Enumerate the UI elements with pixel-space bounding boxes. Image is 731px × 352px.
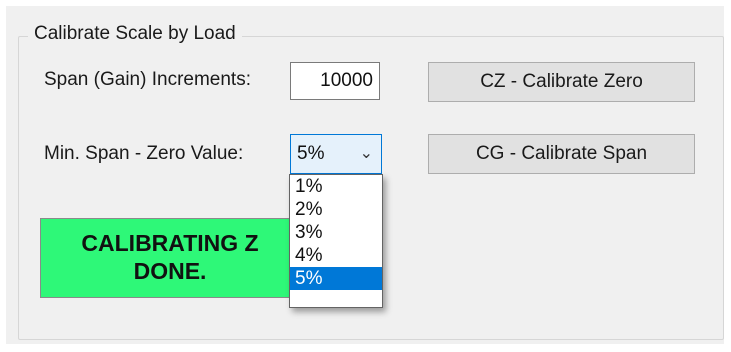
combobox-selected-value: 5% bbox=[297, 143, 325, 164]
calibrate-span-button[interactable]: CG - Calibrate Span bbox=[428, 134, 695, 174]
min-span-combobox[interactable]: 5% ⌄ bbox=[290, 134, 382, 174]
dropdown-option[interactable]: 4% bbox=[290, 244, 382, 267]
min-span-dropdown-list: 1% 2% 3% 4% 5% bbox=[289, 174, 383, 308]
status-line-2: DONE. bbox=[133, 258, 207, 284]
span-increments-input[interactable]: 10000 bbox=[290, 62, 380, 100]
chevron-down-icon: ⌄ bbox=[359, 145, 373, 162]
dropdown-option[interactable]: 2% bbox=[290, 198, 382, 221]
dropdown-option[interactable]: 1% bbox=[290, 175, 382, 198]
span-increments-label: Span (Gain) Increments: bbox=[44, 69, 251, 90]
dropdown-option-selected[interactable]: 5% bbox=[290, 267, 382, 290]
groupbox-title: Calibrate Scale by Load bbox=[28, 22, 242, 46]
calibrate-zero-button[interactable]: CZ - Calibrate Zero bbox=[428, 62, 695, 102]
status-line-1: CALIBRATING Z bbox=[81, 230, 259, 256]
min-span-zero-label: Min. Span - Zero Value: bbox=[44, 143, 244, 164]
dropdown-option[interactable]: 3% bbox=[290, 221, 382, 244]
status-indicator: CALIBRATING Z DONE. bbox=[40, 218, 300, 298]
